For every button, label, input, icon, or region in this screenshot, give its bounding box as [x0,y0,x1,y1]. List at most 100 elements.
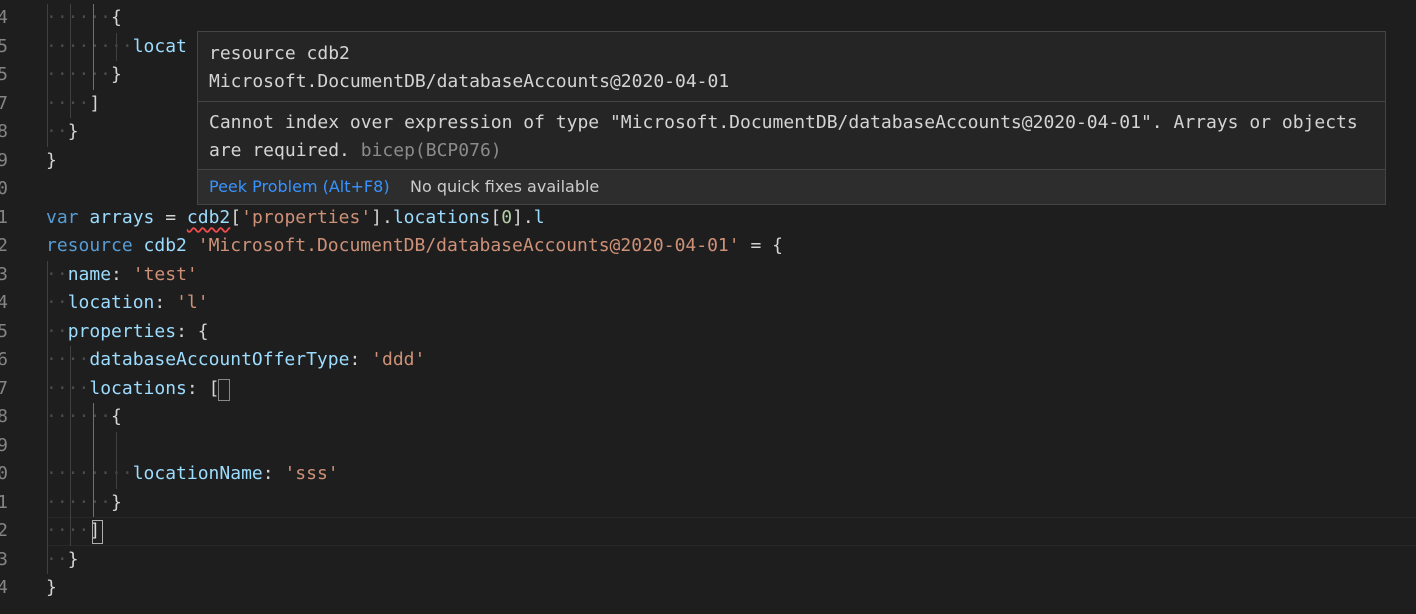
code-line[interactable]: 9 [0,432,1416,460]
code-token: = { [739,235,783,256]
line-number: 2 [0,520,8,541]
code-token: properties [67,320,177,342]
code-text: ··} [46,546,79,574]
indent-guide [47,118,48,147]
indent-whitespace: ·· [46,320,68,342]
indent-guide [47,374,48,403]
code-line[interactable]: 2 ····] [0,517,1416,545]
code-token: { [111,406,122,427]
code-text: var arrays = cdb2['properties'].location… [46,204,545,232]
indent-whitespace: ······ [46,406,112,427]
line-number: 4 [0,577,8,598]
indent-guide [47,403,48,432]
line-number: 4 [0,292,8,313]
indent-whitespace: ···· [46,92,90,114]
indent-guide [47,4,48,33]
line-number: 2 [0,235,8,256]
hover-signature: resource cdb2 Microsoft.DocumentDB/datab… [209,40,729,96]
indent-whitespace: ·· [46,548,68,570]
code-token: 'properties' [241,206,372,228]
line-number: 8 [0,121,8,142]
indent-guide [70,89,71,118]
code-text: ····locations: [ [46,375,219,403]
code-token: } [46,149,57,171]
code-token: } [111,491,122,513]
line-number: 5 [0,320,8,342]
hover-status-bar: Peek Problem (Alt+F8) No quick fixes ava… [198,169,1385,204]
indent-whitespace: ······ [46,64,112,85]
indent-whitespace: ·· [46,121,68,142]
code-line[interactable]: 3 ··} [0,546,1416,574]
code-token: 'ddd' [371,349,426,370]
line-number: 9 [0,434,8,456]
indent-whitespace: ·· [46,263,68,285]
code-token: 'sss' [284,463,339,484]
code-token: [ [490,206,502,228]
line-number: 4 [0,7,8,28]
code-line[interactable]: 5 ··properties: { [0,318,1416,346]
hover-divider [198,101,1385,102]
code-token: : { [176,320,209,342]
code-line[interactable]: 4 ······{ [0,4,1416,32]
code-token: 'test' [132,263,198,285]
code-token: : [262,463,285,484]
code-line[interactable]: 1 var arrays = cdb2['properties'].locatio… [0,204,1416,232]
code-token: } [67,121,79,142]
code-text: ····] [46,90,100,118]
indent-guide [47,260,48,289]
indent-guide [116,32,117,61]
code-line[interactable]: 4} [0,574,1416,602]
indent-guide [47,317,48,346]
code-line[interactable]: 3 ··name: 'test' [0,261,1416,289]
code-token: 0 [501,206,513,228]
indent-guide [70,346,71,375]
code-token: locations [89,377,187,399]
indent-guide [70,4,71,33]
line-number: 1 [0,206,8,228]
code-line[interactable]: 4 ··location: 'l' [0,289,1416,317]
code-token: } [67,548,79,570]
indent-guide [70,32,71,61]
code-token: location [67,292,155,313]
code-line[interactable]: 0 ········locationName: 'sss' [0,460,1416,488]
indent-whitespace: ·· [46,292,68,313]
indent-guide [47,289,48,318]
code-text: ··name: 'test' [46,261,198,289]
indent-guide [47,517,48,546]
code-token: name [67,263,112,285]
line-number: 9 [0,149,8,171]
line-number: 7 [0,377,8,399]
code-line[interactable]: 1 ······} [0,489,1416,517]
code-text: ······} [46,489,122,517]
code-token: databaseAccountOfferType [89,349,350,370]
line-number: 3 [0,548,8,570]
code-text: resource cdb2 'Microsoft.DocumentDB/data… [46,232,783,260]
code-line[interactable]: 7 ····locations: [ [0,375,1416,403]
indent-guide [47,346,48,375]
line-number: 1 [0,491,8,513]
indent-guide [70,403,71,432]
peek-problem-link[interactable]: Peek Problem (Alt+F8) [209,177,390,196]
code-token: ] [89,92,101,114]
line-number: 0 [0,178,8,199]
line-number: 8 [0,406,8,427]
indent-guide [93,460,94,489]
indent-guide [47,460,48,489]
code-line[interactable]: 6 ····databaseAccountOfferType: 'ddd' [0,346,1416,374]
code-line[interactable]: 2 resource cdb2 'Microsoft.DocumentDB/dat… [0,232,1416,260]
indent-whitespace: ···· [46,520,90,541]
indent-whitespace: ········ [46,35,133,57]
bracket-match-highlight [218,379,230,401]
line-number: 5 [0,64,8,85]
code-text: ······{ [46,403,122,431]
code-line[interactable]: 8 ······{ [0,403,1416,431]
indent-guide [70,488,71,517]
line-number: 3 [0,263,8,285]
code-text: ····databaseAccountOfferType: 'ddd' [46,346,425,374]
code-token: : [111,263,133,285]
code-token: = [154,206,187,228]
code-token: locat [132,35,187,57]
code-token: arrays [89,206,155,228]
code-text: ········locationName: 'sss' [46,460,339,488]
